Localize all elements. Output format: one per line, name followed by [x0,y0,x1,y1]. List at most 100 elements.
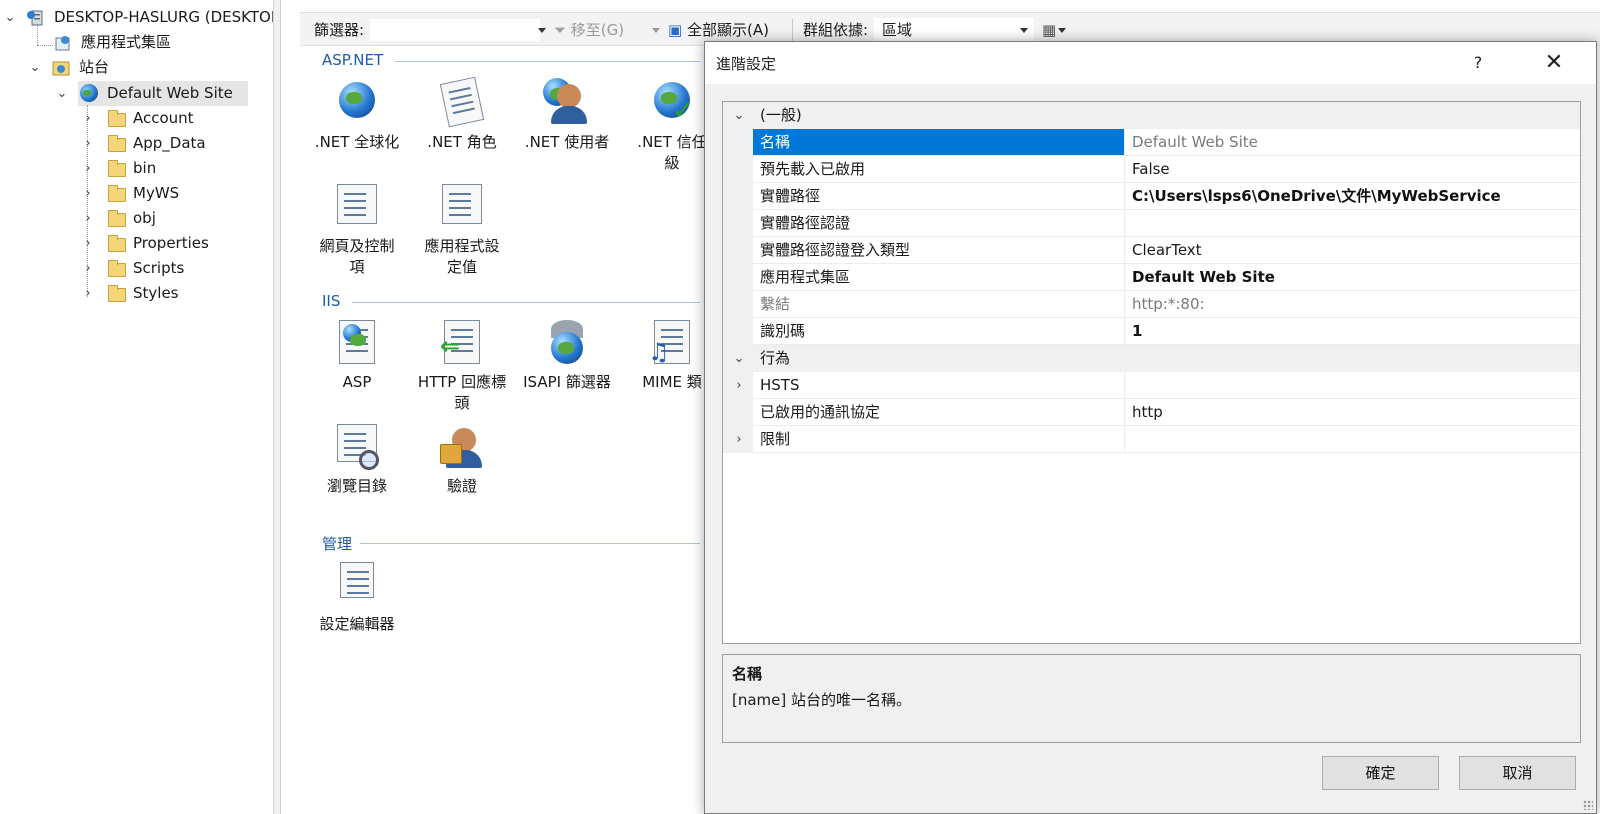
property-value[interactable]: False [1125,156,1580,183]
tree-folder-item[interactable]: › bin [80,156,273,181]
tree-folder-item[interactable]: › Scripts [80,256,273,281]
category-label: (一般) [760,106,802,124]
expand-icon[interactable]: › [80,256,96,281]
ok-button[interactable]: 確定 [1322,756,1439,790]
expand-icon[interactable]: › [80,131,96,156]
chevron-right-icon[interactable]: › [731,426,747,453]
property-name: 實體路徑認證登入類型 [753,237,1125,264]
folder-icon [108,210,126,227]
tree-folder-item[interactable]: › Properties [80,231,273,256]
property-value[interactable] [1125,372,1580,399]
category-general[interactable]: ⌄ (一般) [723,102,1580,129]
group-by-select[interactable]: 區域 [874,18,1034,42]
property-row-app-pool[interactable]: 應用程式集區 Default Web Site [723,264,1580,291]
feature-directory-browsing[interactable]: 瀏覽目錄 [305,422,409,497]
property-value[interactable]: http:*:80: [1125,291,1580,318]
expand-icon[interactable]: › [80,281,96,306]
tree-folder-item[interactable]: › Account [80,106,273,131]
expand-icon[interactable]: › [80,206,96,231]
magnifier-icon [359,450,379,470]
expand-icon[interactable]: › [80,156,96,181]
feature-label: 設定編輯器 [319,615,395,633]
resize-grip-icon[interactable] [1583,800,1593,810]
property-row-limits[interactable]: › 限制 [723,426,1580,453]
feature-net-roles[interactable]: .NET 角色 [410,76,514,153]
expand-icon[interactable]: › [80,231,96,256]
property-description-panel: 名稱 [name] 站台的唯一名稱。 [722,654,1581,743]
property-row-physical-path[interactable]: 實體路徑 C:\Users\lsps6\OneDrive\文件\MyWebSer… [723,183,1580,210]
property-row-protocols[interactable]: 已啟用的通訊協定 http [723,399,1580,426]
property-value[interactable]: ClearText [1125,237,1580,264]
property-row-bindings[interactable]: 繫結 http:*:80: [723,291,1580,318]
tree-folder-label: bin [133,159,157,177]
tree-folder-item[interactable]: › App_Data [80,131,273,156]
folder-icon [108,160,126,177]
pane-splitter[interactable] [274,0,281,814]
expand-icon[interactable]: › [80,181,96,206]
chevron-down-icon[interactable]: ⌄ [731,102,747,129]
group-by-value: 區域 [882,21,913,39]
category-behavior[interactable]: ⌄ 行為 [723,345,1580,372]
property-value[interactable]: 1 [1125,318,1580,345]
property-value[interactable] [1125,426,1580,453]
tree-folder-item[interactable]: › obj [80,206,273,231]
property-row-hsts[interactable]: › HSTS [723,372,1580,399]
tree-node-default-web-site[interactable]: ⌄ Default Web Site [54,81,273,106]
app-pool-icon [54,34,72,51]
tree-folder-label: obj [133,209,156,227]
property-row-id[interactable]: 識別碼 1 [723,318,1580,345]
tree-folder-item[interactable]: › Styles [80,281,273,306]
chevron-right-icon[interactable]: › [731,372,747,399]
feature-label: 驗證 [446,477,477,495]
property-row-name[interactable]: 名稱 Default Web Site [723,129,1580,156]
expand-icon[interactable]: › [80,106,96,131]
feature-application-settings[interactable]: 應用程式設 定值 [410,182,514,278]
feature-label: ASP [342,373,372,391]
feature-configuration-editor[interactable]: 設定編輯器 [305,560,409,635]
property-row-path-credentials[interactable]: 實體路徑認證 [723,210,1580,237]
collapse-icon[interactable]: ⌄ [2,5,18,30]
collapse-icon[interactable]: ⌄ [54,81,70,106]
feature-net-users[interactable]: .NET 使用者 [515,78,619,153]
property-value[interactable]: C:\Users\lsps6\OneDrive\文件\MyWebService [1125,183,1580,210]
property-value[interactable]: Default Web Site [1125,129,1580,156]
pages-controls-icon [337,184,377,224]
feature-isapi-filters[interactable]: ISAPI 篩選器 [515,318,619,393]
property-name: 預先載入已啟用 [753,156,1125,183]
tree-node-server[interactable]: ⌄ DESKTOP-HASLURG (DESKTOP-HASLURG\lsps6… [2,5,273,30]
property-row-logon-type[interactable]: 實體路徑認證登入類型 ClearText [723,237,1580,264]
chevron-down-icon[interactable]: ⌄ [731,345,747,372]
features-view: ASP.NET .NET 全球化 .NET 角色 .NET 使用者 ✓ .NET… [300,46,707,814]
user-icon [551,84,587,124]
go-dropdown-icon[interactable] [652,13,660,47]
help-button[interactable]: ? [1455,42,1501,84]
tree-node-app-pools[interactable]: 應用程式集區 [2,30,273,55]
property-name: 繫結 [753,291,1125,318]
property-value[interactable] [1125,210,1580,237]
filter-dropdown-icon[interactable] [538,13,546,47]
sites-folder-icon [52,59,70,76]
feature-pages-and-controls[interactable]: 網頁及控制 項 [305,182,409,278]
music-note-icon: ♫ [648,338,670,366]
feature-authentication[interactable]: 驗證 [410,422,514,497]
feature-asp[interactable]: ASP [305,318,409,393]
filter-input[interactable] [370,19,540,41]
cancel-button[interactable]: 取消 [1459,756,1576,790]
property-value[interactable]: Default Web Site [1125,264,1580,291]
tree-folder-item[interactable]: › MyWS [80,181,273,206]
tree-label-server: DESKTOP-HASLURG (DESKTOP-HASLURG\lsps6) [54,8,273,26]
go-button[interactable]: ⏷ 移至(G) [554,13,624,47]
tree-node-sites[interactable]: ⌄ 站台 [27,55,273,80]
property-row-preload[interactable]: 預先載入已啟用 False [723,156,1580,183]
feature-http-response-headers[interactable]: ⇐ HTTP 回應標 頭 [410,318,514,414]
dialog-titlebar[interactable]: 進階設定 ? ✕ [705,42,1596,84]
tree-label-default-web-site: Default Web Site [107,84,233,102]
show-all-label: 全部顯示(A) [686,21,769,39]
globe-icon [551,332,583,364]
property-value[interactable]: http [1125,399,1580,426]
close-icon[interactable]: ✕ [1521,42,1587,84]
collapse-icon[interactable]: ⌄ [27,55,43,80]
feature-net-globalization[interactable]: .NET 全球化 [305,78,409,153]
connections-tree: ⌄ DESKTOP-HASLURG (DESKTOP-HASLURG\lsps6… [0,0,274,814]
globe-icon [80,84,98,102]
